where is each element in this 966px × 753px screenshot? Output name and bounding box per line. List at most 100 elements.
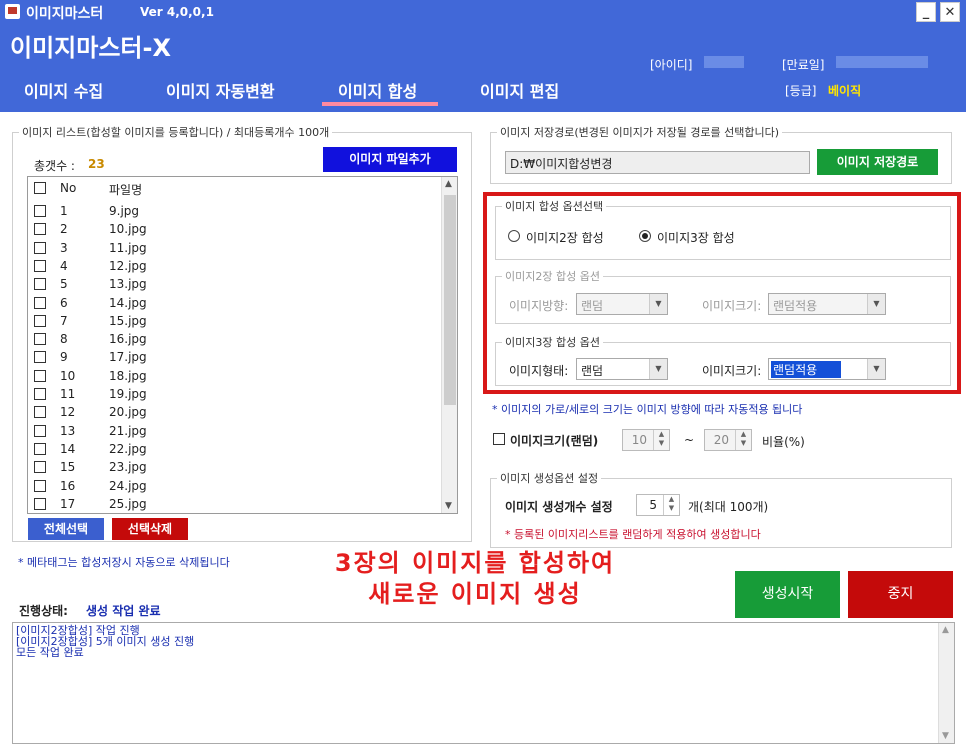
expiry-value-redacted xyxy=(836,56,928,68)
delete-selected-button[interactable]: 선택삭제 xyxy=(112,518,188,540)
row-checkbox[interactable] xyxy=(34,205,46,217)
row-filename: 11.jpg xyxy=(109,240,147,255)
random-size-max-stepper[interactable]: 20 ▲ ▼ xyxy=(704,429,752,451)
scroll-up-icon[interactable]: ▲ xyxy=(942,625,949,635)
row-checkbox[interactable] xyxy=(34,497,46,510)
random-size-max-value: 20 xyxy=(713,433,729,447)
radio-3-images-label[interactable]: 이미지3장 합성 xyxy=(657,229,735,246)
three-size-select[interactable]: 랜덤적용 ▼ xyxy=(768,358,886,380)
row-checkbox[interactable] xyxy=(34,259,46,272)
radio-3-images[interactable] xyxy=(639,230,651,242)
list-item[interactable]: 16 24.jpg xyxy=(28,477,440,495)
row-no: 5 xyxy=(60,277,68,292)
row-filename: 19.jpg xyxy=(109,387,147,401)
list-item[interactable]: 14 22.jpg xyxy=(28,440,440,458)
row-filename: 22.jpg xyxy=(109,441,147,456)
minimize-button[interactable]: _ xyxy=(916,2,936,22)
radio-2-images[interactable] xyxy=(508,230,520,242)
image-file-list[interactable]: No 파일명 1 9.jpg 2 10.jpg 3 11.jpg 4 12.jpg 5 13.jp… xyxy=(27,176,458,514)
list-item[interactable]: 1 9.jpg xyxy=(28,202,440,220)
list-item[interactable]: 3 11.jpg xyxy=(28,239,440,257)
select-all-button[interactable]: 전체선택 xyxy=(28,518,104,540)
row-checkbox[interactable] xyxy=(34,296,46,309)
tab-image-compose[interactable]: 이미지 합성 xyxy=(338,78,417,102)
list-item[interactable]: 15 23.jpg xyxy=(28,458,440,476)
three-size-select-value: 랜덤적용 xyxy=(771,361,842,378)
list-item[interactable]: 2 10.jpg xyxy=(28,220,440,238)
spin-arrows-icon[interactable]: ▲ ▼ xyxy=(735,430,751,450)
direction-select-value: 랜덤 xyxy=(581,299,604,313)
spin-arrows-icon[interactable]: ▲ ▼ xyxy=(653,430,669,450)
list-scrollbar[interactable]: ▲ ▼ xyxy=(441,177,457,513)
row-checkbox[interactable] xyxy=(34,479,46,492)
row-checkbox[interactable] xyxy=(34,406,46,419)
row-checkbox[interactable] xyxy=(34,278,46,291)
shape-select[interactable]: 랜덤 ▼ xyxy=(576,358,668,380)
row-filename: 17.jpg xyxy=(109,350,147,365)
three-size-label: 이미지크기: xyxy=(702,364,762,378)
active-tab-indicator xyxy=(322,102,438,106)
select-all-checkbox[interactable] xyxy=(34,182,46,194)
row-no: 15 xyxy=(60,460,76,475)
tab-image-edit[interactable]: 이미지 편집 xyxy=(480,78,559,102)
chevron-down-icon: ▼ xyxy=(867,359,885,379)
scroll-down-icon[interactable]: ▼ xyxy=(942,731,949,741)
overlay-line-1: 3장의 이미지를 합성하여 xyxy=(334,549,616,577)
row-checkbox[interactable] xyxy=(34,424,46,437)
list-item[interactable]: 9 17.jpg xyxy=(28,348,440,366)
row-no: 1 xyxy=(60,204,68,218)
row-checkbox[interactable] xyxy=(34,314,46,327)
random-size-checkbox[interactable] xyxy=(493,433,505,445)
row-checkbox[interactable] xyxy=(34,388,46,400)
scroll-down-icon[interactable]: ▼ xyxy=(445,501,452,511)
list-item[interactable]: 17 25.jpg xyxy=(28,495,440,513)
two-size-select[interactable]: 랜덤적용 ▼ xyxy=(768,293,886,315)
save-path-field[interactable]: D:₩이미지합성변경 xyxy=(505,151,810,174)
row-checkbox[interactable] xyxy=(34,369,46,382)
stop-button[interactable]: 중지 xyxy=(848,571,953,618)
app-header: 이미지마스터-X [아이디] [만료일] [등급] 베이직 이미지 수집 이미지… xyxy=(0,24,966,112)
status-label: 진행상태: xyxy=(19,604,68,618)
row-no: 12 xyxy=(60,405,76,420)
grade-label: [등급] xyxy=(785,84,817,98)
shape-select-value: 랜덤 xyxy=(581,364,604,378)
log-scrollbar[interactable]: ▲ ▼ xyxy=(938,623,954,743)
list-item[interactable]: 10 18.jpg xyxy=(28,367,440,385)
row-no: 2 xyxy=(60,222,68,237)
total-count-label: 총갯수 : xyxy=(34,159,75,173)
row-checkbox[interactable] xyxy=(34,442,46,455)
tab-image-autoconvert[interactable]: 이미지 자동변환 xyxy=(166,78,275,102)
list-item[interactable]: 5 13.jpg xyxy=(28,275,440,293)
scroll-up-icon[interactable]: ▲ xyxy=(445,179,452,189)
random-size-min-value: 10 xyxy=(631,433,647,447)
scroll-thumb[interactable] xyxy=(444,195,456,405)
list-item[interactable]: 12 20.jpg xyxy=(28,403,440,421)
direction-select[interactable]: 랜덤 ▼ xyxy=(576,293,668,315)
spin-arrows-icon[interactable]: ▲ ▼ xyxy=(663,495,679,515)
random-size-label[interactable]: 이미지크기(랜덤) xyxy=(510,432,598,449)
tab-image-collect[interactable]: 이미지 수집 xyxy=(24,78,103,102)
list-item[interactable]: 13 21.jpg xyxy=(28,422,440,440)
list-item[interactable]: 11 19.jpg xyxy=(28,385,440,403)
row-checkbox[interactable] xyxy=(34,333,46,346)
list-item[interactable]: 8 16.jpg xyxy=(28,330,440,348)
log-textarea[interactable]: [이미지2장합성] 작업 진행 [이미지2장합성] 5개 이미지 생성 진행 모… xyxy=(12,622,955,744)
list-item[interactable]: 4 12.jpg xyxy=(28,257,440,275)
close-button[interactable]: ✕ xyxy=(940,2,960,22)
radio-2-images-label[interactable]: 이미지2장 합성 xyxy=(526,229,604,246)
row-checkbox[interactable] xyxy=(34,351,46,364)
random-size-min-stepper[interactable]: 10 ▲ ▼ xyxy=(622,429,670,451)
save-path-button[interactable]: 이미지 저장경로 xyxy=(817,149,938,175)
generation-count-stepper[interactable]: 5 ▲ ▼ xyxy=(636,494,680,516)
generation-note: * 등록된 이미지리스트를 랜덤하게 적용하여 생성합니다 xyxy=(505,528,761,541)
three-image-option-legend: 이미지3장 합성 옵션 xyxy=(505,336,600,349)
add-image-file-button[interactable]: 이미지 파일추가 xyxy=(323,147,457,172)
start-generation-button[interactable]: 생성시작 xyxy=(735,571,840,618)
row-checkbox[interactable] xyxy=(34,223,46,236)
row-checkbox[interactable] xyxy=(34,241,46,254)
row-checkbox[interactable] xyxy=(34,461,46,474)
list-item[interactable]: 7 15.jpg xyxy=(28,312,440,330)
list-item[interactable]: 6 14.jpg xyxy=(28,294,440,312)
chevron-down-icon: ▼ xyxy=(867,294,885,314)
compose-option-legend: 이미지 합성 옵션선택 xyxy=(505,200,604,213)
